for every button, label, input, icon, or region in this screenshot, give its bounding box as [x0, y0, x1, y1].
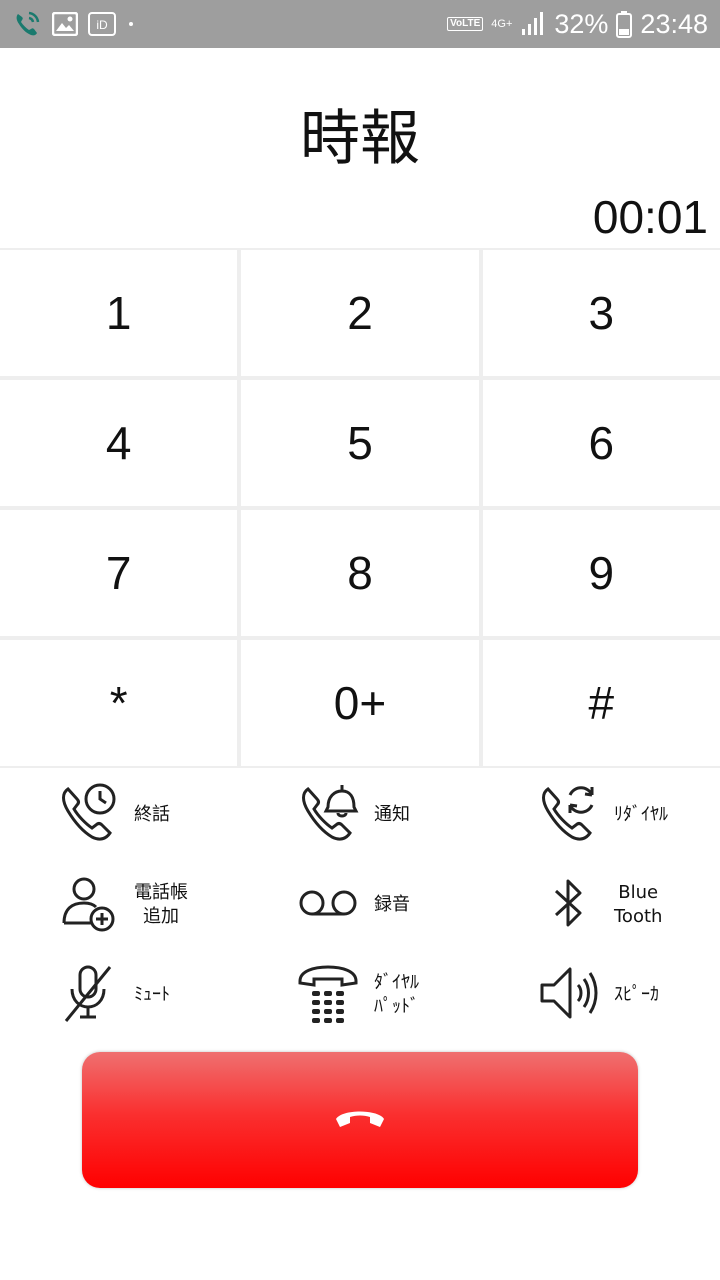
- speaker-label: ｽﾋﾟｰｶ: [614, 984, 659, 1005]
- key-2[interactable]: 2: [241, 250, 479, 376]
- clock: 23:48: [640, 8, 708, 39]
- id-icon: iD: [88, 12, 116, 36]
- add-contact-label-line2: 追加: [143, 906, 179, 927]
- dial-keypad: 1 2 3 4 5 6 7 8 9 * 0+ #: [0, 248, 720, 768]
- key-7[interactable]: 7: [0, 510, 238, 636]
- call-icon: [12, 9, 42, 39]
- battery-icon: [616, 10, 633, 38]
- mic-off-icon: [56, 961, 120, 1029]
- record-button[interactable]: 録音: [240, 860, 480, 950]
- speaker-button[interactable]: ｽﾋﾟｰｶ: [480, 950, 720, 1040]
- phone-clock-icon: [56, 781, 120, 849]
- image-icon: [52, 12, 78, 36]
- key-0-plus[interactable]: 0+: [241, 640, 479, 766]
- hangup-button[interactable]: [82, 1052, 638, 1188]
- dialpad-label-line1: ﾀﾞｲﾔﾙ: [374, 972, 419, 993]
- bluetooth-label-line1: Blue: [618, 882, 659, 903]
- phone-bell-icon: [296, 781, 360, 849]
- mute-button[interactable]: ﾐｭｰﾄ: [0, 950, 240, 1040]
- dialpad-label-line2: ﾊﾟｯﾄﾞ: [374, 996, 419, 1017]
- notify-button[interactable]: 通知: [240, 770, 480, 860]
- key-5[interactable]: 5: [241, 380, 479, 506]
- notify-label: 通知: [374, 804, 410, 825]
- signal-icon: [520, 11, 546, 37]
- add-user-icon: [56, 871, 120, 939]
- network-type: 4G+: [491, 17, 513, 30]
- key-8[interactable]: 8: [241, 510, 479, 636]
- add-contact-label-line1: 電話帳: [134, 882, 188, 903]
- bluetooth-button[interactable]: Blue Tooth: [480, 860, 720, 950]
- hangup-phone-icon: [334, 1105, 386, 1135]
- voicemail-icon: [296, 871, 360, 939]
- call-title: 時報: [300, 104, 420, 174]
- key-6[interactable]: 6: [482, 380, 720, 506]
- dialpad-button[interactable]: ﾀﾞｲﾔﾙ ﾊﾟｯﾄﾞ: [240, 950, 480, 1040]
- key-star[interactable]: *: [0, 640, 238, 766]
- redial-label: ﾘﾀﾞｲﾔﾙ: [614, 804, 668, 825]
- call-timer: 00:01: [592, 191, 708, 243]
- record-label: 録音: [374, 894, 410, 915]
- dialpad-label: ﾀﾞｲﾔﾙ ﾊﾟｯﾄﾞ: [374, 971, 419, 1019]
- end-call-button[interactable]: 終話: [0, 770, 240, 860]
- dot-icon: [126, 19, 136, 29]
- add-contact-label: 電話帳 追加: [134, 881, 188, 929]
- key-9[interactable]: 9: [482, 510, 720, 636]
- end-call-label: 終話: [134, 804, 170, 825]
- speaker-icon: [536, 961, 600, 1029]
- battery-percent: 32%: [554, 8, 609, 39]
- key-hash[interactable]: #: [482, 640, 720, 766]
- redial-button[interactable]: ﾘﾀﾞｲﾔﾙ: [480, 770, 720, 860]
- add-contact-button[interactable]: 電話帳 追加: [0, 860, 240, 950]
- call-functions: 終話 通知 ﾘﾀﾞｲﾔﾙ 電話帳 追加 録音 Blue Tooth ﾐｭｰﾄ ﾀ…: [0, 770, 720, 1040]
- volte-badge: VoLTE: [447, 17, 484, 31]
- bluetooth-icon: [536, 871, 600, 939]
- svg-text:iD: iD: [96, 18, 108, 32]
- bluetooth-label: Blue Tooth: [614, 881, 662, 929]
- phone-redial-icon: [536, 781, 600, 849]
- key-4[interactable]: 4: [0, 380, 238, 506]
- key-3[interactable]: 3: [482, 250, 720, 376]
- bluetooth-label-line2: Tooth: [614, 906, 663, 927]
- desk-phone-icon: [296, 961, 360, 1029]
- status-bar: iD VoLTE 4G+ 32% 23:48: [0, 0, 720, 48]
- mute-label: ﾐｭｰﾄ: [134, 984, 170, 1005]
- key-1[interactable]: 1: [0, 250, 238, 376]
